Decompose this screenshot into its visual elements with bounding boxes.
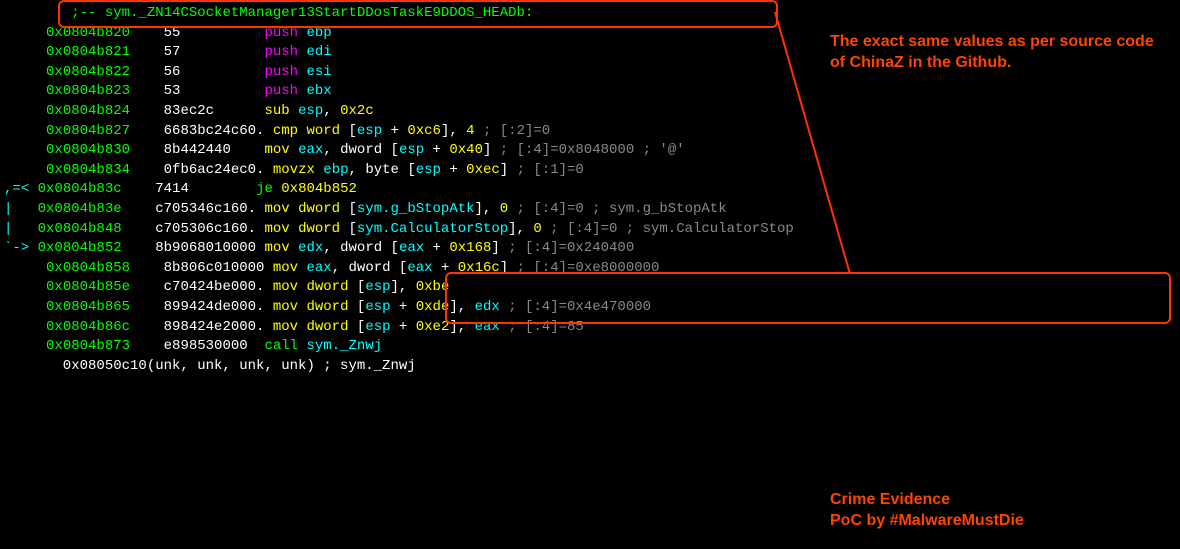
disasm-line: 0x0804b858 8b806c010000 mov eax, dword […	[4, 259, 1176, 279]
annotation-text-bottom: Crime Evidence PoC by #MalwareMustDie	[830, 490, 1024, 532]
disasm-line: 0x0804b834 0fb6ac24ec0. movzx ebp, byte …	[4, 161, 1176, 181]
disasm-line: 0x0804b86c 898424e2000. mov dword [esp +…	[4, 318, 1176, 338]
disasm-line: 0x0804b824 83ec2c sub esp, 0x2c	[4, 102, 1176, 122]
function-symbol-header: ;-- sym._ZN14CSocketManager13StartDDosTa…	[4, 4, 1176, 24]
disasm-line: 0x0804b85e c70424be000. mov dword [esp],…	[4, 278, 1176, 298]
disasm-line: | 0x0804b848 c705306c160. mov dword [sym…	[4, 220, 1176, 240]
disasm-line: 0x0804b873 e898530000 call sym._Znwj	[4, 337, 1176, 357]
disasm-line: 0x0804b830 8b442440 mov eax, dword [esp …	[4, 141, 1176, 161]
call-arguments-footer: 0x08050c10(unk, unk, unk, unk) ; sym._Zn…	[4, 357, 1176, 377]
disasm-line: 0x0804b823 53 push ebx	[4, 82, 1176, 102]
disasm-line: | 0x0804b83e c705346c160. mov dword [sym…	[4, 200, 1176, 220]
annotation-text-top: The exact same values as per source code…	[830, 32, 1160, 74]
disasm-line: 0x0804b827 6683bc24c60. cmp word [esp + …	[4, 122, 1176, 142]
disasm-line: `-> 0x0804b852 8b9068010000 mov edx, dwo…	[4, 239, 1176, 259]
disasm-line: ,=< 0x0804b83c 7414 je 0x804b852	[4, 180, 1176, 200]
disasm-line: 0x0804b865 899424de000. mov dword [esp +…	[4, 298, 1176, 318]
